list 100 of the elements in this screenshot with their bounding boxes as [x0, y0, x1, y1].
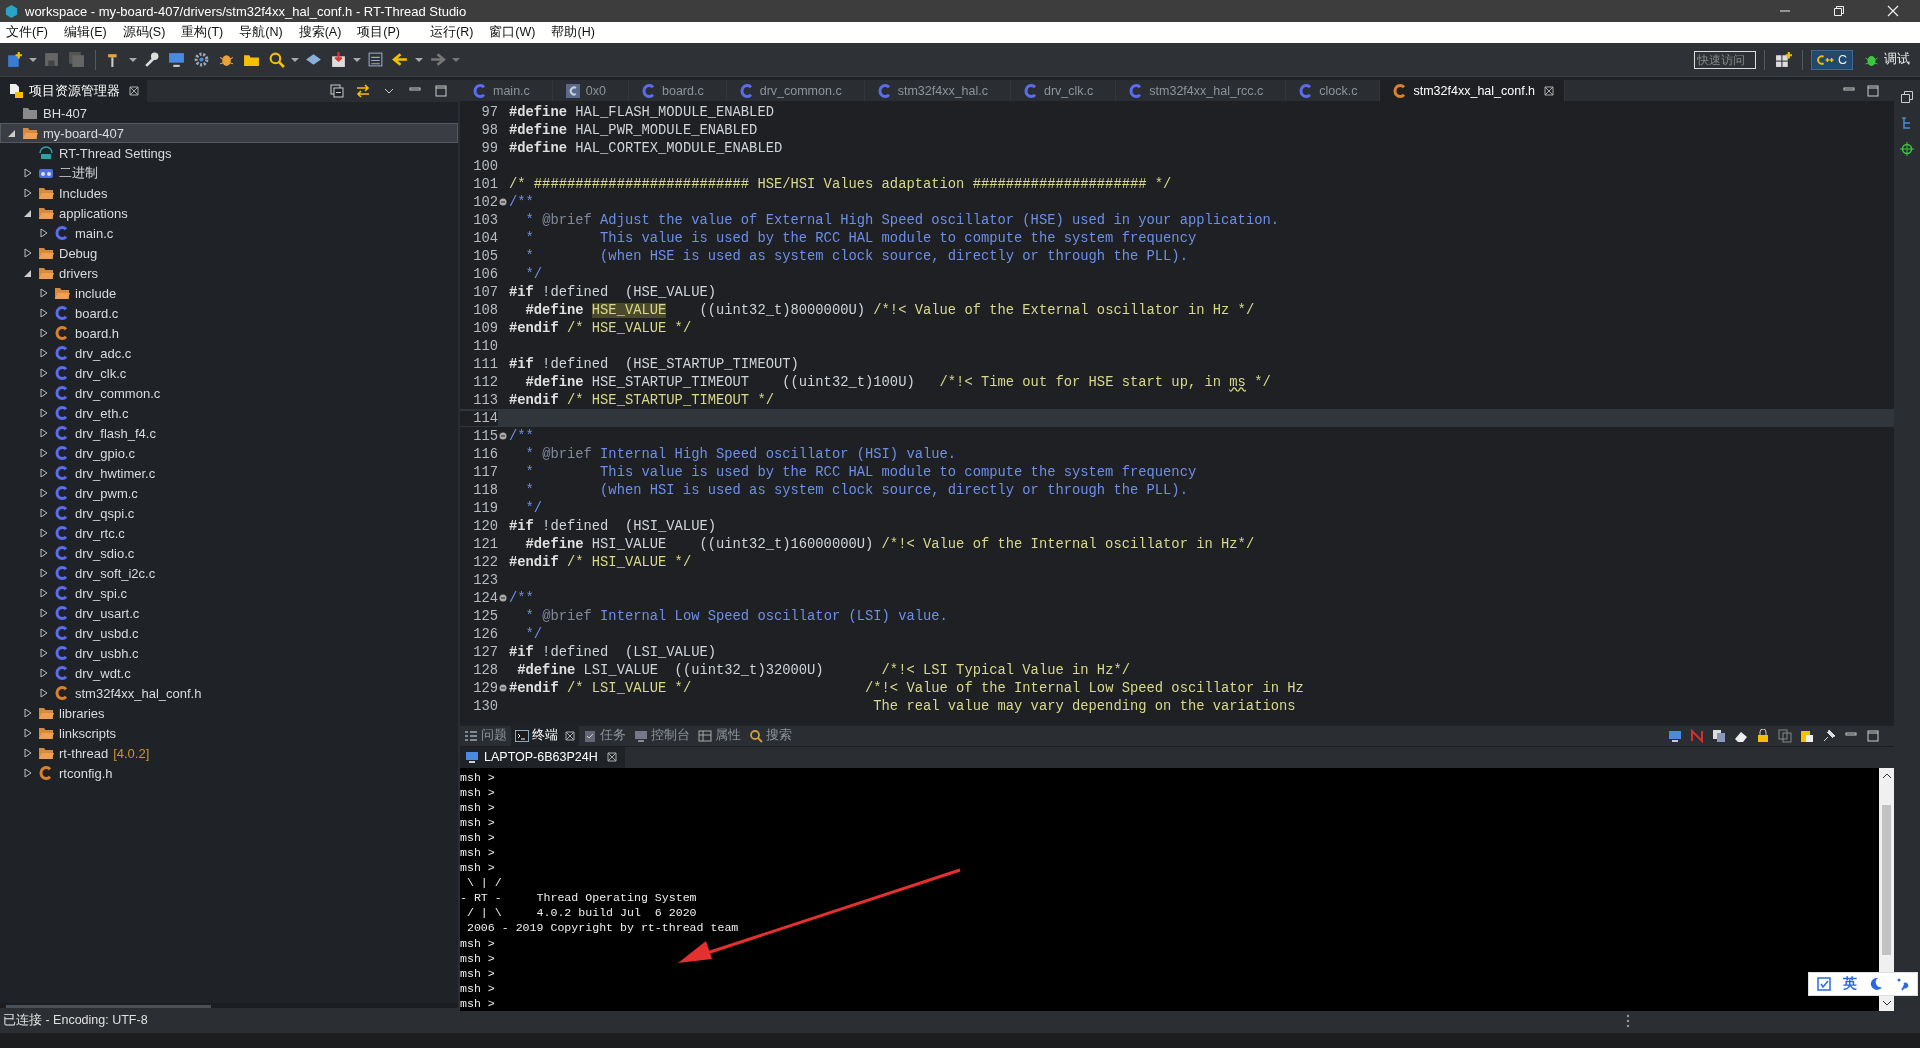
menu-item[interactable]: 重构(T) [181, 24, 224, 41]
tree-item[interactable]: libraries [0, 703, 458, 723]
open-perspective-icon[interactable] [1774, 51, 1792, 68]
collapsed-arrow-icon[interactable] [39, 388, 49, 398]
tree-item[interactable]: drv_eth.c [0, 403, 458, 423]
tree-item[interactable]: main.c [0, 223, 458, 243]
tree-item[interactable]: drv_spi.c [0, 583, 458, 603]
tree-item[interactable]: applications [0, 203, 458, 223]
perspective-button[interactable]: C [1810, 49, 1853, 70]
collapsed-arrow-icon[interactable] [39, 288, 49, 298]
collapsed-arrow-icon[interactable] [23, 708, 33, 718]
tree-item[interactable]: drv_rtc.c [0, 523, 458, 543]
collapsed-arrow-icon[interactable] [39, 528, 49, 538]
tree-item[interactable]: rt-thread [4.0.2] [0, 743, 458, 763]
crosshair-icon[interactable] [1900, 142, 1914, 156]
collapsed-arrow-icon[interactable] [23, 728, 33, 738]
collapsed-arrow-icon[interactable] [39, 448, 49, 458]
input-language[interactable]: 英 [1843, 975, 1857, 993]
tree-item[interactable]: rtconfig.h [0, 763, 458, 783]
tree-item[interactable]: drv_wdt.c [0, 663, 458, 683]
editor-tab[interactable]: stm32f4xx_hal_rcc.c [1116, 80, 1287, 101]
caret-icon[interactable] [29, 55, 37, 64]
terminal-tab[interactable]: LAPTOP-6B63P24H [460, 746, 625, 768]
scrollbar-thumb[interactable] [1882, 805, 1891, 955]
collapsed-arrow-icon[interactable] [39, 628, 49, 638]
tree-item[interactable]: drv_flash_f4.c [0, 423, 458, 443]
collapsed-arrow-icon[interactable] [39, 508, 49, 518]
caret-icon[interactable] [291, 55, 299, 64]
close-icon[interactable] [129, 86, 139, 96]
tree-item[interactable]: drv_usbd.c [0, 623, 458, 643]
punctuation-icon[interactable] [1895, 977, 1909, 991]
expanded-arrow-icon[interactable] [23, 208, 33, 218]
menu-item[interactable]: 文件(F) [6, 24, 48, 41]
view-tab[interactable]: 控制台 [630, 726, 694, 746]
menu-item[interactable]: 编辑(E) [63, 24, 107, 41]
checkbox-icon[interactable] [1817, 977, 1831, 991]
moon-icon[interactable] [1869, 977, 1883, 991]
collapsed-arrow-icon[interactable] [39, 488, 49, 498]
quick-access-field[interactable]: 快速访问 [1693, 50, 1756, 69]
tree-item[interactable]: board.c [0, 303, 458, 323]
tree-item[interactable]: drv_sdio.c [0, 543, 458, 563]
tree-item[interactable]: drv_adc.c [0, 343, 458, 363]
monitor-icon[interactable] [168, 51, 185, 68]
tree-item[interactable]: drv_soft_i2c.c [0, 563, 458, 583]
editor-tab[interactable]: drv_common.c [726, 80, 865, 101]
tree-item[interactable]: include [0, 283, 458, 303]
fold-icon[interactable] [499, 198, 507, 206]
tree-item[interactable]: drv_qspi.c [0, 503, 458, 523]
collapsed-arrow-icon[interactable] [39, 228, 49, 238]
gear-icon[interactable] [193, 51, 210, 68]
tree-item[interactable]: RT-Thread Settings [0, 143, 458, 163]
expanded-arrow-icon[interactable] [23, 268, 33, 278]
search-icon[interactable] [268, 51, 285, 68]
menu-item[interactable]: 运行(R) [430, 24, 474, 41]
collapse-all-icon[interactable] [330, 84, 344, 98]
view-tab[interactable]: 搜索 [745, 726, 796, 746]
collapsed-arrow-icon[interactable] [23, 768, 33, 778]
view-tab[interactable]: 终端 [511, 726, 579, 746]
tree-item[interactable]: Debug [0, 243, 458, 263]
maximize-icon[interactable] [434, 84, 448, 98]
lock-icon[interactable] [1756, 728, 1770, 743]
forward-arrow-icon[interactable] [429, 51, 446, 68]
collapsed-arrow-icon[interactable] [39, 368, 49, 378]
menu-item[interactable]: 项目(P) [357, 24, 400, 41]
view-tab[interactable]: 属性 [694, 726, 745, 746]
collapsed-arrow-icon[interactable] [23, 248, 33, 258]
menu-item[interactable]: 导航(N) [239, 24, 283, 41]
collapsed-arrow-icon[interactable] [39, 408, 49, 418]
editor-tab[interactable]: stm32f4xx_hal_conf.h [1380, 80, 1566, 101]
tree-item[interactable]: drv_common.c [0, 383, 458, 403]
tree-item[interactable]: drv_usbh.c [0, 643, 458, 663]
tree-item[interactable]: linkscripts [0, 723, 458, 743]
maximize-icon[interactable] [1866, 728, 1880, 743]
menu-item[interactable]: 帮助(H) [551, 24, 595, 41]
menu-item[interactable]: 窗口(W) [489, 24, 536, 41]
view-tab[interactable]: 问题 [460, 726, 511, 746]
collapsed-arrow-icon[interactable] [39, 648, 49, 658]
tree-item[interactable]: drv_usart.c [0, 603, 458, 623]
wrench-icon[interactable] [143, 51, 160, 68]
list-icon[interactable] [367, 51, 384, 68]
collapsed-arrow-icon[interactable] [39, 428, 49, 438]
editor-tab[interactable]: board.c [629, 80, 727, 101]
close-icon[interactable] [606, 752, 617, 763]
explorer-tab[interactable]: 项目资源管理器 [0, 80, 147, 102]
menu-item[interactable]: 源码(S) [122, 24, 166, 41]
tree-item[interactable]: drv_hwtimer.c [0, 463, 458, 483]
collapsed-arrow-icon[interactable] [39, 568, 49, 578]
fold-icon[interactable] [499, 594, 507, 602]
maximize-icon[interactable] [1866, 83, 1880, 98]
caret-icon[interactable] [129, 55, 137, 64]
close-icon[interactable] [1544, 85, 1555, 96]
tree-item[interactable]: my-board-407 [0, 123, 458, 143]
caret-icon[interactable] [353, 55, 361, 64]
view-tab[interactable]: 任务 [579, 726, 630, 746]
collapsed-arrow-icon[interactable] [39, 588, 49, 598]
tree-item[interactable]: BH-407 [0, 103, 458, 123]
collapsed-arrow-icon[interactable] [39, 328, 49, 338]
fold-icon[interactable] [499, 432, 507, 440]
caret-icon[interactable] [415, 55, 423, 64]
tree-item[interactable]: drivers [0, 263, 458, 283]
